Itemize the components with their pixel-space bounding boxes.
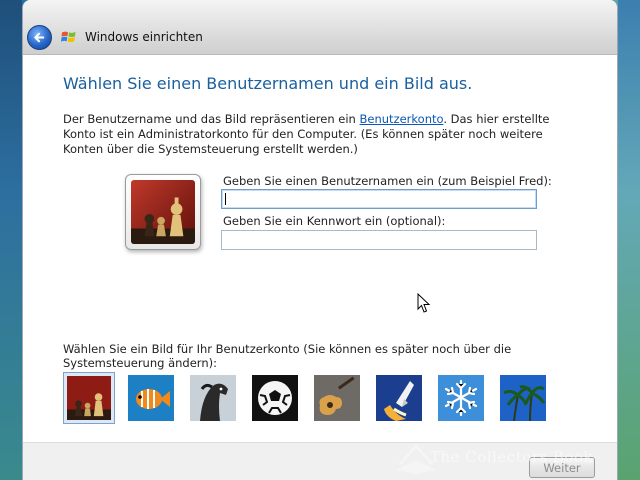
username-input[interactable]	[221, 189, 537, 209]
back-arrow-icon	[34, 32, 45, 43]
chess-picture	[131, 180, 195, 244]
fish-picture	[128, 375, 174, 421]
horse-picture	[190, 375, 236, 421]
desktop-background-left	[0, 0, 22, 480]
guitar-picture	[314, 375, 360, 421]
picture-choice-label: Wählen Sie ein Bild für Ihr Benutzerkont…	[63, 342, 512, 370]
soccer-ball-picture	[252, 375, 298, 421]
snowflake-picture	[438, 375, 484, 421]
title-bar: Windows einrichten	[23, 0, 617, 55]
picture-option-snowflake[interactable]	[435, 372, 487, 424]
picture-option-palm-trees[interactable]	[497, 372, 549, 424]
user-picture-preview	[125, 174, 201, 250]
picture-option-soccer-ball[interactable]	[249, 372, 301, 424]
mouse-cursor-icon	[417, 293, 431, 313]
window-title: Windows einrichten	[85, 30, 203, 44]
palm-trees-picture	[500, 375, 546, 421]
text-caret	[225, 193, 226, 205]
picture-option-fish[interactable]	[125, 372, 177, 424]
space-shuttle-picture	[376, 375, 422, 421]
password-label: Geben Sie ein Kennwort ein (optional):	[223, 214, 446, 228]
preview-chess-picture	[131, 180, 195, 244]
picture-option-horse[interactable]	[187, 372, 239, 424]
content-area: Wählen Sie einen Benutzernamen und ein B…	[23, 56, 617, 440]
picture-selector	[63, 372, 583, 424]
picture-option-space-shuttle[interactable]	[373, 372, 425, 424]
watermark-text: The Collectors Book	[430, 448, 594, 466]
user-account-link[interactable]: Benutzerkonto	[360, 112, 444, 126]
back-button[interactable]	[27, 25, 52, 50]
intro-text-part1: Der Benutzername und das Bild repräsenti…	[63, 112, 360, 126]
password-input[interactable]	[221, 230, 537, 250]
picture-option-guitar[interactable]	[311, 372, 363, 424]
picture-option-chess[interactable]	[63, 372, 115, 424]
page-heading: Wählen Sie einen Benutzernamen und ein B…	[63, 74, 473, 93]
setup-window: Windows einrichten Wählen Sie einen Benu…	[22, 0, 618, 480]
intro-text: Der Benutzername und das Bild repräsenti…	[63, 112, 583, 157]
desktop-background-right	[618, 0, 640, 480]
chess-picture	[67, 376, 111, 420]
username-label: Geben Sie einen Benutzernamen ein (zum B…	[223, 174, 552, 188]
windows-flag-icon	[61, 31, 76, 43]
